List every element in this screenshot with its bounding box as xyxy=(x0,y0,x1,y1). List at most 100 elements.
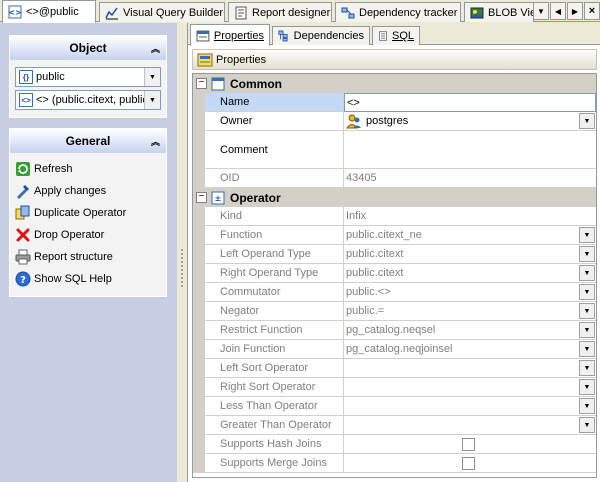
dropdown-button[interactable]: ▼ xyxy=(579,246,595,262)
function-field[interactable]: public.citext_ne ▼ xyxy=(344,226,596,245)
refresh-action[interactable]: Refresh xyxy=(13,158,163,180)
less-than-operator-field[interactable]: ▼ xyxy=(344,397,596,416)
property-row-supports-merge-joins[interactable]: Supports Merge Joins xyxy=(193,454,596,473)
name-value: <> xyxy=(347,96,360,109)
owner-field[interactable]: postgres ▼ xyxy=(344,112,596,131)
negator-field[interactable]: public.= ▼ xyxy=(344,302,596,321)
drop-operator-action[interactable]: Drop Operator xyxy=(13,224,163,246)
category-label: Operator xyxy=(230,190,281,205)
doc-tab-operator[interactable]: <> <>@public xyxy=(2,0,96,23)
row-gutter xyxy=(193,112,205,131)
collapse-toggle-icon[interactable]: − xyxy=(196,192,207,203)
close-tab-button[interactable]: × xyxy=(584,2,600,20)
restrict-function-field[interactable]: pg_catalog.neqsel ▼ xyxy=(344,321,596,340)
owner-dropdown-button[interactable]: ▼ xyxy=(579,113,595,129)
property-name: Function xyxy=(205,226,344,245)
tab-sql[interactable]: SQL xyxy=(372,26,420,45)
property-row-function[interactable]: Function public.citext_ne ▼ xyxy=(193,226,596,245)
property-row-supports-hash-joins[interactable]: Supports Hash Joins xyxy=(193,435,596,454)
left-operand-type-field[interactable]: public.citext ▼ xyxy=(344,245,596,264)
greater-than-operator-field[interactable]: ▼ xyxy=(344,416,596,435)
properties-icon xyxy=(197,53,213,66)
property-row-commutator[interactable]: Commutator public.<> ▼ xyxy=(193,283,596,302)
refresh-icon xyxy=(16,162,30,176)
property-row-comment[interactable]: Comment xyxy=(193,131,596,169)
dropdown-button[interactable]: ▼ xyxy=(579,379,595,395)
property-row-less-than-operator[interactable]: Less Than Operator ▼ xyxy=(193,397,596,416)
property-row-left-sort-operator[interactable]: Left Sort Operator ▼ xyxy=(193,359,596,378)
left-sort-operator-field[interactable]: ▼ xyxy=(344,359,596,378)
dropdown-button[interactable]: ▼ xyxy=(579,322,595,338)
join-function-field[interactable]: pg_catalog.neqjoinsel ▼ xyxy=(344,340,596,359)
dropdown-button[interactable]: ▼ xyxy=(579,284,595,300)
right-sort-operator-field[interactable]: ▼ xyxy=(344,378,596,397)
general-group-header[interactable]: General ︽ xyxy=(10,129,166,153)
svg-text:±: ± xyxy=(215,194,222,203)
left-operand-type-value: public.citext xyxy=(346,248,404,260)
property-row-name[interactable]: Name <> xyxy=(193,93,596,112)
oid-value: 43405 xyxy=(344,169,596,188)
property-row-join-function[interactable]: Join Function pg_catalog.neqjoinsel ▼ xyxy=(193,340,596,359)
commutator-field[interactable]: public.<> ▼ xyxy=(344,283,596,302)
property-name: Owner xyxy=(205,112,344,131)
collapse-icon[interactable]: ︽ xyxy=(151,42,160,55)
duplicate-operator-action[interactable]: Duplicate Operator xyxy=(13,202,163,224)
doc-tab-report-designer[interactable]: Report designer xyxy=(228,2,332,22)
tab-dependencies[interactable]: Dependencies xyxy=(272,26,370,45)
dropdown-button[interactable]: ▼ xyxy=(579,341,595,357)
doc-tab-blob-viewer[interactable]: BLOB Vie xyxy=(464,2,534,22)
row-gutter xyxy=(193,359,205,378)
restrict-function-value: pg_catalog.neqsel xyxy=(346,324,436,336)
operator-icon: <> xyxy=(8,5,22,19)
show-sql-help-action[interactable]: ? Show SQL Help xyxy=(13,268,163,290)
report-structure-action[interactable]: Report structure xyxy=(13,246,163,268)
property-row-greater-than-operator[interactable]: Greater Than Operator ▼ xyxy=(193,416,596,435)
apply-changes-action[interactable]: Apply changes xyxy=(13,180,163,202)
panel-splitter[interactable] xyxy=(177,23,187,482)
property-row-right-sort-operator[interactable]: Right Sort Operator ▼ xyxy=(193,378,596,397)
object-group-header[interactable]: Object ︽ xyxy=(10,36,166,60)
doc-tab-dependency-tracker[interactable]: Dependency tracker xyxy=(335,2,461,22)
category-operator[interactable]: − ± Operator xyxy=(193,188,596,207)
operator-combobox[interactable]: <> <> (public.citext, public ▼ xyxy=(15,90,161,110)
name-field[interactable]: <> xyxy=(344,93,596,112)
scroll-tabs-right-button[interactable]: ▶ xyxy=(567,2,583,20)
owner-value: postgres xyxy=(366,115,409,127)
property-row-negator[interactable]: Negator public.= ▼ xyxy=(193,302,596,321)
dropdown-button[interactable]: ▼ xyxy=(579,227,595,243)
dropdown-button[interactable]: ▼ xyxy=(579,398,595,414)
operator-value: <> (public.citext, public xyxy=(36,94,144,106)
right-operand-type-field[interactable]: public.citext ▼ xyxy=(344,264,596,283)
property-row-oid: OID 43405 xyxy=(193,169,596,188)
category-common[interactable]: − Common xyxy=(193,74,596,93)
collapse-icon[interactable]: ︽ xyxy=(151,135,160,148)
schema-combobox[interactable]: {} public ▼ xyxy=(15,67,161,87)
dropdown-button[interactable]: ▼ xyxy=(579,265,595,281)
property-row-left-operand-type[interactable]: Left Operand Type public.citext ▼ xyxy=(193,245,596,264)
property-row-right-operand-type[interactable]: Right Operand Type public.citext ▼ xyxy=(193,264,596,283)
tab-properties[interactable]: Properties xyxy=(190,24,270,46)
dropdown-button[interactable]: ▼ xyxy=(579,360,595,376)
supports-hash-joins-checkbox[interactable] xyxy=(462,438,475,451)
editor-tab-bar: Properties Dependencies SQL xyxy=(188,23,600,46)
property-name: Restrict Function xyxy=(205,321,344,340)
dropdown-button[interactable]: ▼ xyxy=(579,417,595,433)
scroll-tabs-left-button[interactable]: ◀ xyxy=(550,2,566,20)
property-name: Kind xyxy=(205,207,344,226)
supports-merge-joins-checkbox[interactable] xyxy=(462,457,475,470)
schema-dropdown-button[interactable]: ▼ xyxy=(144,68,160,86)
editor-panel: Properties Dependencies SQL Properties −… xyxy=(187,23,600,482)
tab-list-dropdown-button[interactable]: ▼ xyxy=(533,2,549,20)
doc-tab-label: Visual Query Builder xyxy=(123,6,224,19)
doc-tab-visual-query-builder[interactable]: Visual Query Builder xyxy=(99,2,225,22)
collapse-toggle-icon[interactable]: − xyxy=(196,78,207,89)
comment-field[interactable] xyxy=(344,131,596,169)
row-gutter xyxy=(193,435,205,454)
blob-icon xyxy=(470,7,484,18)
property-row-owner[interactable]: Owner postgres ▼ xyxy=(193,112,596,131)
dropdown-button[interactable]: ▼ xyxy=(579,303,595,319)
operator-dropdown-button[interactable]: ▼ xyxy=(144,91,160,109)
property-row-restrict-function[interactable]: Restrict Function pg_catalog.neqsel ▼ xyxy=(193,321,596,340)
doc-tab-label: Report designer xyxy=(252,6,331,19)
user-icon xyxy=(346,114,361,129)
